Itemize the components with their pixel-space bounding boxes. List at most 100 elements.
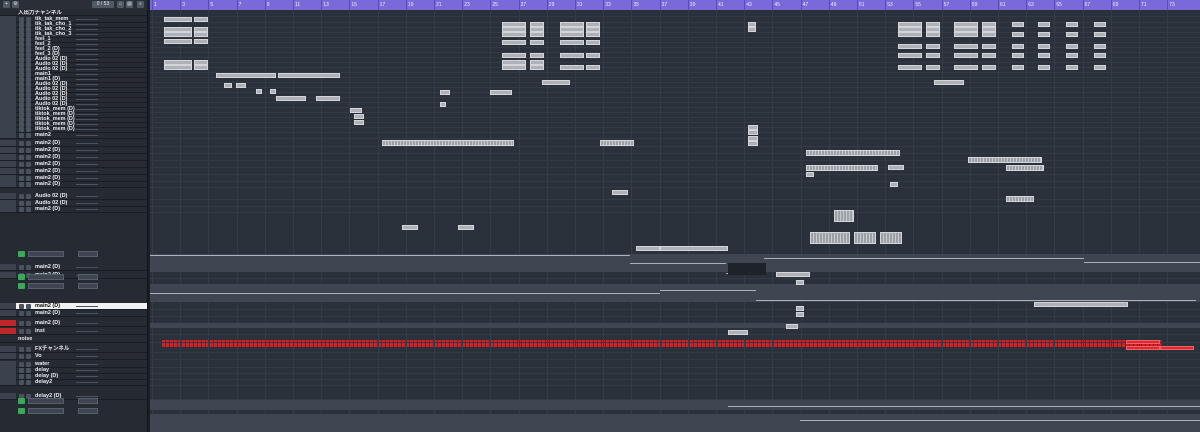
midi-clip[interactable] [1012, 32, 1024, 37]
mute-button[interactable] [19, 155, 24, 160]
audio-clip[interactable] [1006, 165, 1044, 171]
midi-clip[interactable] [236, 83, 246, 88]
midi-clip[interactable] [542, 80, 570, 85]
solo-button[interactable] [26, 354, 31, 359]
volume-slider[interactable] [76, 59, 98, 60]
mute-button[interactable] [19, 162, 24, 167]
solo-button[interactable] [26, 207, 31, 212]
midi-clip[interactable] [748, 27, 756, 32]
volume-slider[interactable] [76, 356, 98, 357]
arrangement-area[interactable] [150, 10, 1200, 432]
automation-curve[interactable] [1084, 262, 1200, 263]
volume-slider[interactable] [76, 376, 98, 377]
track-header[interactable]: main2 (D) [0, 310, 147, 317]
home-icon[interactable]: ⌂ [117, 1, 124, 8]
automation-parameter-select[interactable] [28, 283, 64, 289]
midi-clip[interactable] [796, 306, 804, 311]
automation-curve[interactable] [150, 255, 630, 256]
midi-clip[interactable] [216, 73, 276, 78]
midi-clip[interactable] [560, 65, 584, 70]
solo-button[interactable] [26, 311, 31, 316]
track-header[interactable]: main2 (D) [0, 303, 147, 310]
solo-button[interactable] [26, 141, 31, 146]
midi-clip[interactable] [1066, 53, 1078, 58]
automation-curve[interactable] [660, 290, 756, 291]
midi-clip[interactable] [806, 172, 814, 177]
volume-slider[interactable] [76, 19, 98, 20]
midi-clip[interactable] [1038, 53, 1050, 58]
midi-clip[interactable] [316, 96, 340, 101]
mute-button[interactable] [19, 141, 24, 146]
midi-clip[interactable] [560, 53, 584, 58]
volume-slider[interactable] [76, 382, 98, 383]
volume-slider[interactable] [76, 44, 98, 45]
volume-slider[interactable] [76, 331, 98, 332]
volume-slider[interactable] [76, 89, 98, 90]
midi-clip[interactable] [1034, 302, 1128, 307]
midi-clip[interactable] [954, 44, 978, 49]
midi-clip[interactable] [1094, 44, 1106, 49]
automation-lane-header[interactable] [16, 250, 147, 258]
automation-curve[interactable] [728, 406, 1200, 407]
midi-clip[interactable] [898, 44, 922, 49]
volume-slider[interactable] [76, 143, 98, 144]
mute-button[interactable] [19, 265, 24, 270]
midi-clip[interactable] [982, 44, 996, 49]
automation-parameter-select[interactable] [78, 398, 98, 404]
midi-clip[interactable] [786, 324, 798, 329]
midi-clip[interactable] [530, 32, 544, 37]
volume-slider[interactable] [76, 129, 98, 130]
audio-clip[interactable] [806, 150, 900, 156]
volume-slider[interactable] [76, 150, 98, 151]
automation-parameter-select[interactable] [78, 274, 98, 280]
midi-clip[interactable] [926, 44, 940, 49]
track-header[interactable]: main2 (D) [0, 206, 147, 213]
midi-clip[interactable] [586, 32, 600, 37]
audio-clip[interactable] [382, 140, 514, 146]
volume-slider[interactable] [76, 109, 98, 110]
midi-clip[interactable] [458, 225, 474, 230]
search-icon[interactable]: ⌕ [137, 1, 144, 8]
solo-button[interactable] [26, 304, 31, 309]
midi-clip[interactable] [1066, 22, 1078, 27]
track-header[interactable]: main2 (D) [0, 154, 147, 161]
midi-clip[interactable] [164, 65, 192, 70]
audio-clip[interactable] [600, 140, 634, 146]
track-header[interactable]: delay2 [0, 379, 147, 386]
mute-button[interactable] [19, 133, 24, 138]
add-track-icon[interactable]: + [3, 1, 10, 8]
midi-clip[interactable] [796, 312, 804, 317]
midi-clip[interactable] [586, 40, 600, 45]
midi-clip[interactable] [560, 32, 584, 37]
midi-clip[interactable] [194, 17, 208, 22]
midi-clip[interactable] [748, 141, 758, 146]
midi-clip[interactable] [502, 40, 526, 45]
audio-clip[interactable] [810, 232, 850, 244]
volume-slider[interactable] [76, 313, 98, 314]
volume-slider[interactable] [76, 370, 98, 371]
midi-clip[interactable] [164, 39, 192, 44]
mute-button[interactable] [19, 321, 24, 326]
volume-slider[interactable] [76, 364, 98, 365]
midi-clip[interactable] [354, 114, 364, 119]
track-header[interactable]: Vo [0, 353, 147, 360]
midi-clip[interactable] [502, 53, 526, 58]
midi-clip[interactable] [530, 40, 544, 45]
midi-clip[interactable] [194, 32, 208, 37]
automation-parameter-select[interactable] [78, 251, 98, 257]
read-automation-button[interactable] [18, 398, 25, 404]
automation-parameter-select[interactable] [78, 408, 98, 414]
solo-button[interactable] [26, 380, 31, 385]
settings-icon[interactable]: ⚙ [12, 1, 19, 8]
audio-clip[interactable] [880, 232, 902, 244]
volume-slider[interactable] [76, 29, 98, 30]
mute-button[interactable] [19, 182, 24, 187]
midi-clip[interactable] [954, 53, 978, 58]
midi-clip[interactable] [888, 165, 904, 170]
midi-clip[interactable] [1094, 32, 1106, 37]
automation-parameter-select[interactable] [78, 283, 98, 289]
track-header[interactable]: main2 [0, 132, 147, 139]
automation-lane-header[interactable] [16, 407, 147, 415]
midi-clip[interactable] [954, 65, 978, 70]
mute-button[interactable] [19, 207, 24, 212]
